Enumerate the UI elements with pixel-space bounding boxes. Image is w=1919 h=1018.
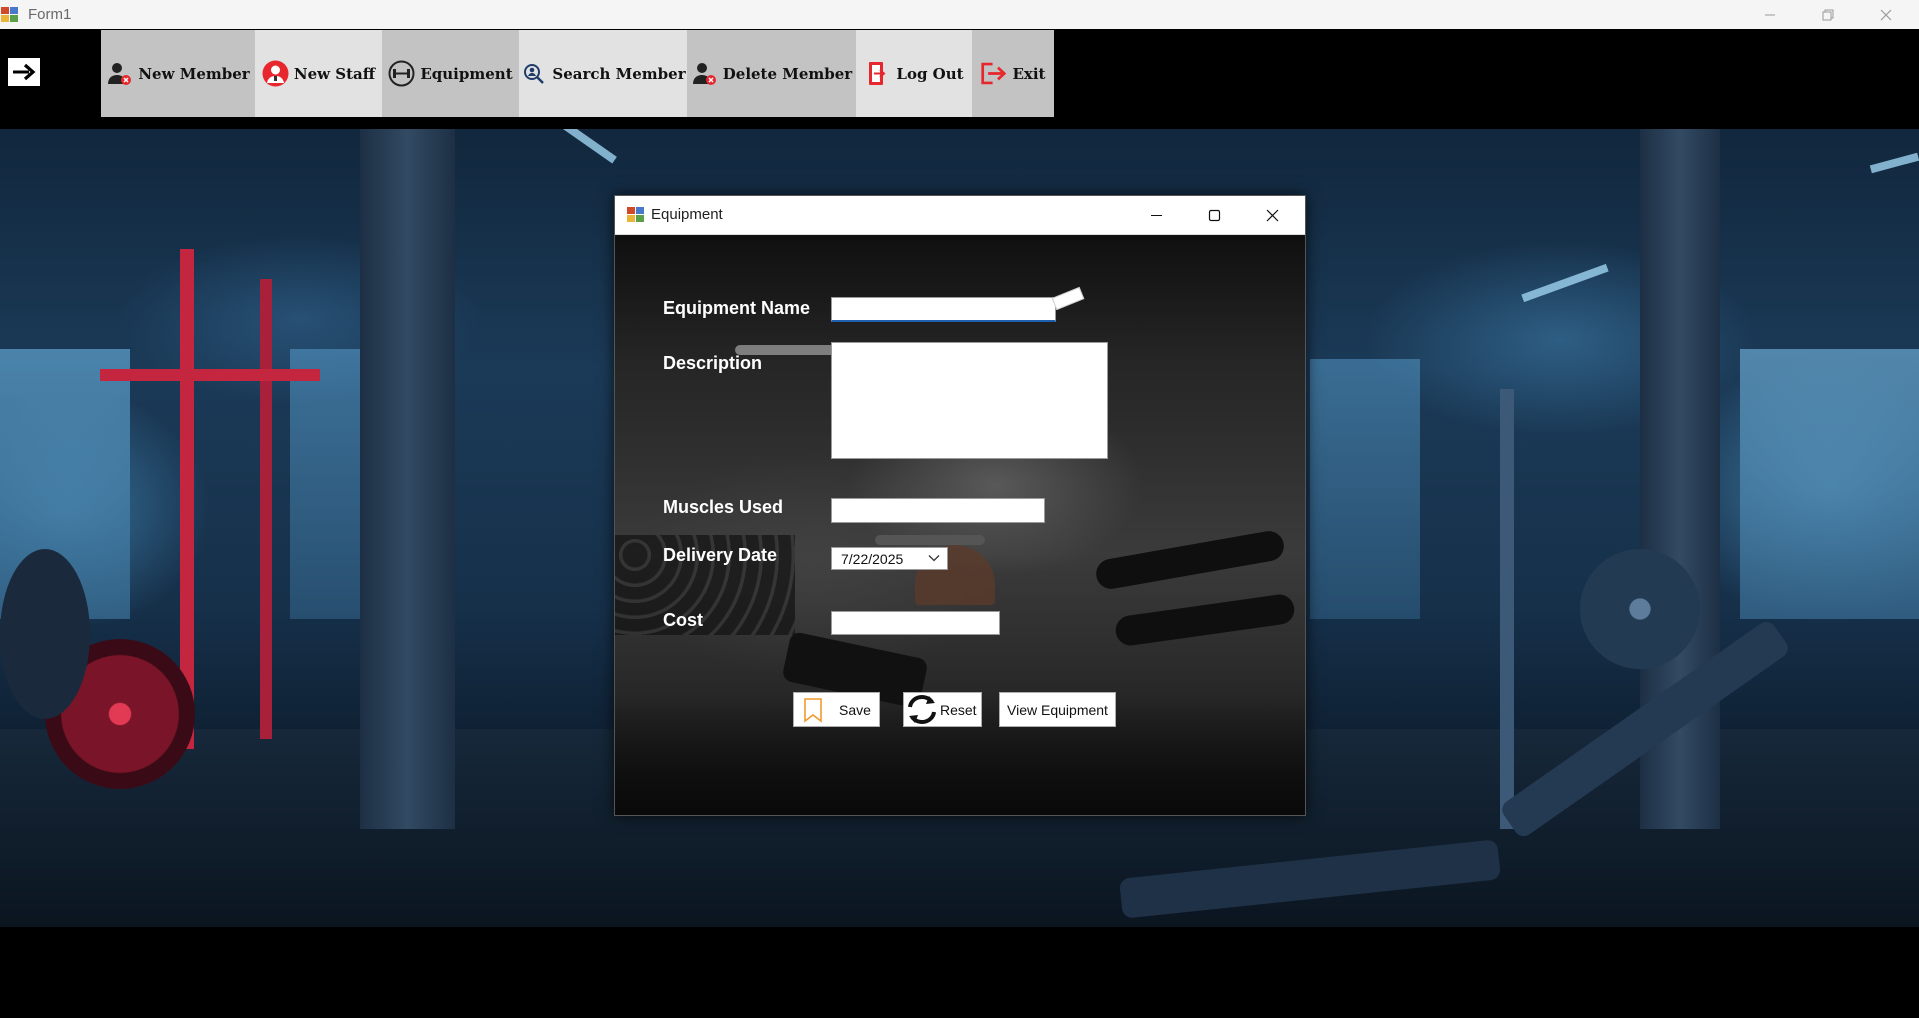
restore-button[interactable] xyxy=(1799,0,1857,29)
menu-delete-member[interactable]: Delete Member xyxy=(687,30,856,117)
chevron-down-icon[interactable] xyxy=(927,549,941,567)
dialog-gym-background-image xyxy=(615,235,1305,815)
maximize-icon xyxy=(1208,209,1220,221)
reset-button-label: Reset xyxy=(940,701,977,718)
form-app-icon xyxy=(1,7,18,22)
dialog-minimize-button[interactable] xyxy=(1127,196,1185,234)
form-app-icon xyxy=(627,207,644,222)
menu-exit-label: Exit xyxy=(1012,64,1046,83)
cost-label: Cost xyxy=(663,610,703,630)
close-icon xyxy=(1880,9,1892,20)
logout-icon xyxy=(864,60,891,87)
save-button[interactable]: Save xyxy=(793,692,880,727)
menu-log-out-label: Log Out xyxy=(896,64,964,83)
dialog-maximize-button[interactable] xyxy=(1185,196,1243,234)
minimize-icon xyxy=(1765,14,1775,15)
menu-equipment-label: Equipment xyxy=(420,64,513,83)
refresh-icon xyxy=(905,694,939,725)
menu-exit[interactable]: Exit xyxy=(972,30,1054,117)
menu-new-member-label: New Member xyxy=(138,64,250,83)
menu-new-member[interactable]: New Member xyxy=(101,30,255,117)
restore-icon xyxy=(1822,9,1834,20)
menu-log-out[interactable]: Log Out xyxy=(856,30,972,117)
menu-search-member-label: Search Member xyxy=(552,64,686,83)
equipment-name-label: Equipment Name xyxy=(663,298,811,318)
description-textarea[interactable] xyxy=(831,342,1108,459)
minimize-icon xyxy=(1150,214,1162,216)
cost-input[interactable] xyxy=(831,611,1000,635)
delivery-date-picker[interactable]: 7/22/2025 xyxy=(831,547,948,570)
view-equipment-button[interactable]: View Equipment xyxy=(999,692,1116,727)
description-label: Description xyxy=(663,353,763,373)
reset-button[interactable]: Reset xyxy=(903,692,982,727)
menu-toggle-button[interactable] xyxy=(8,58,40,86)
muscles-used-label: Muscles Used xyxy=(663,497,784,517)
main-title-bar: Form1 xyxy=(0,0,1919,30)
menu-new-staff-label: New Staff xyxy=(293,64,376,83)
dialog-title-bar[interactable]: Equipment xyxy=(615,196,1305,235)
bookmark-icon xyxy=(802,697,824,723)
save-button-label: Save xyxy=(839,701,871,718)
arrow-right-icon xyxy=(13,63,36,81)
dialog-title: Equipment xyxy=(651,206,723,223)
add-user-icon xyxy=(106,60,133,87)
delivery-date-label: Delivery Date xyxy=(663,545,778,565)
close-button[interactable] xyxy=(1857,0,1915,29)
delivery-date-value: 7/22/2025 xyxy=(841,551,904,567)
window-title: Form1 xyxy=(28,6,72,23)
staff-icon xyxy=(262,60,289,87)
minimize-button[interactable] xyxy=(1741,0,1799,29)
equipment-name-input[interactable] xyxy=(831,297,1056,322)
menu-delete-member-label: Delete Member xyxy=(722,64,853,83)
delete-user-icon xyxy=(691,60,718,87)
exit-icon xyxy=(980,60,1007,87)
bottom-strip xyxy=(0,927,1919,1018)
dialog-close-button[interactable] xyxy=(1243,196,1301,234)
close-icon xyxy=(1266,209,1278,221)
dumbbell-icon xyxy=(388,60,415,87)
view-equipment-button-label: View Equipment xyxy=(1007,701,1108,718)
muscles-used-input[interactable] xyxy=(831,498,1045,523)
menu-new-staff[interactable]: New Staff xyxy=(255,30,382,117)
menu-search-member[interactable]: Search Member xyxy=(519,30,687,117)
search-member-icon xyxy=(520,60,547,87)
menu-equipment[interactable]: Equipment xyxy=(382,30,519,117)
